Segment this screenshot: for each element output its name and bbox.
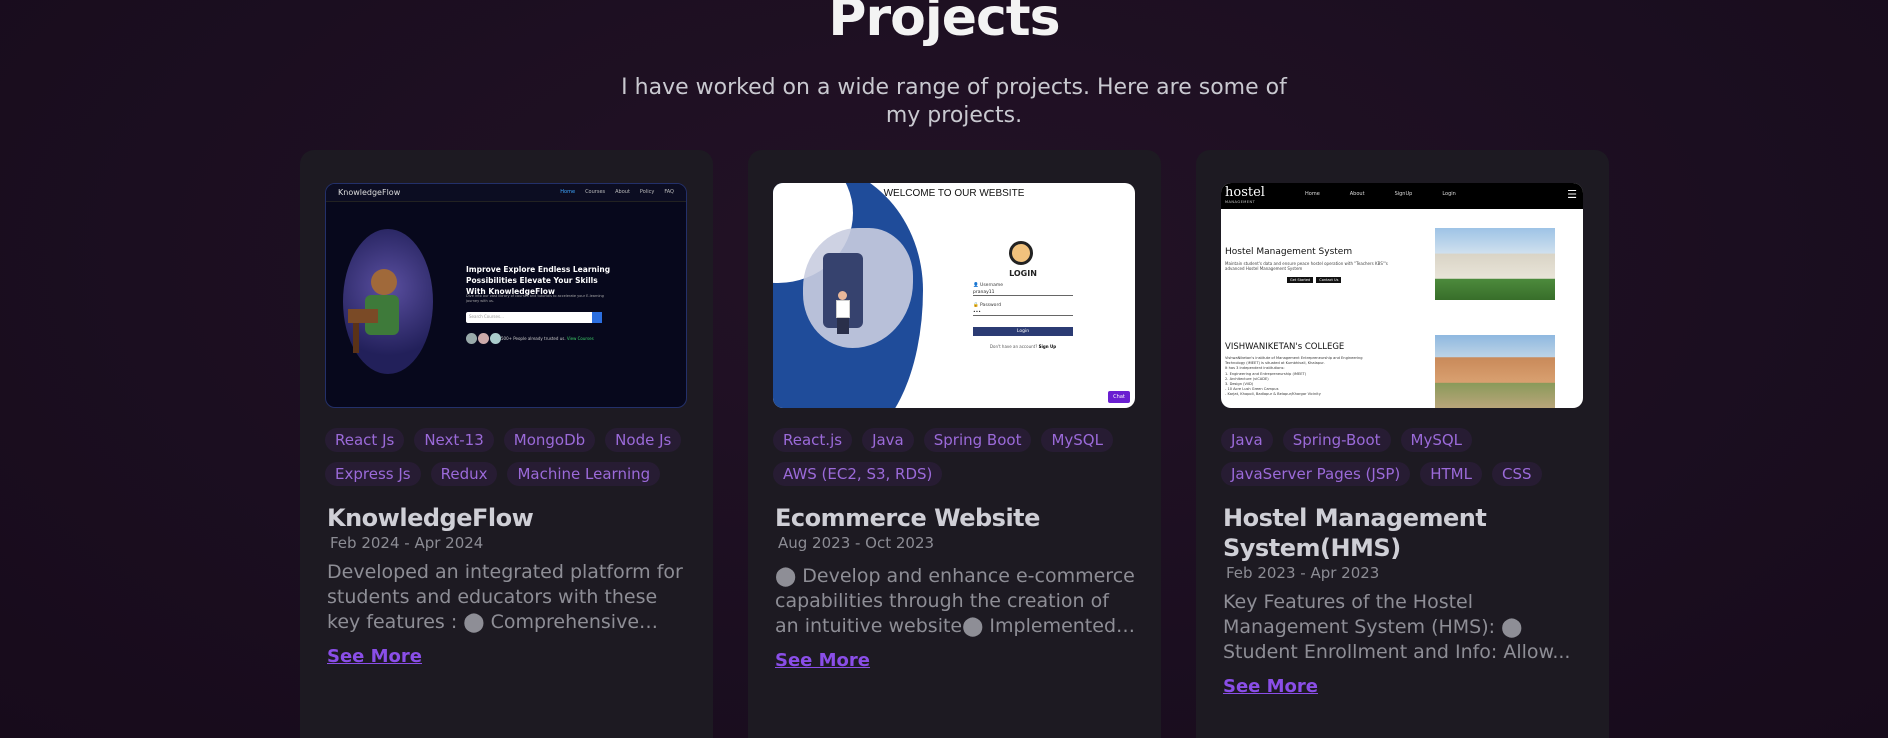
tech-tag: Java: [862, 428, 914, 452]
kf-nav-item: Courses: [585, 189, 606, 195]
hms-college-info: VishwaNiketan's institute of Management …: [1225, 356, 1415, 398]
tech-tag: MongoDb: [503, 428, 596, 452]
ec-username-field: pranay11: [973, 290, 1073, 296]
project-card-ecommerce: WELCOME TO OUR WEBSITE LOGIN 👤 Username …: [748, 150, 1161, 738]
tech-tag: Spring Boot: [923, 428, 1032, 452]
hms-college-line: - Karjat, Khopoli, Badlapur & Belapur/Kh…: [1225, 392, 1321, 397]
tech-tag: HTML: [1420, 462, 1482, 486]
project-dates: Feb 2024 - Apr 2024: [330, 534, 484, 552]
kf-nav-item: Home: [560, 189, 576, 195]
project-description: Key Features of the Hostel Management Sy…: [1223, 590, 1585, 665]
hms-nav-item: About: [1349, 191, 1365, 197]
tech-tag: AWS (EC2, S3, RDS): [773, 462, 943, 486]
hms-college-image: [1435, 335, 1555, 408]
hms-building-image: [1435, 228, 1555, 300]
see-more-link[interactable]: See More: [327, 646, 422, 667]
kf-trust: 500+ People already trusted us. View Cou…: [501, 336, 594, 341]
ec-password-label: 🔒 Password: [973, 303, 1002, 308]
tech-tag: React.js: [773, 428, 853, 452]
hms-college-title: VISHWANIKETAN's COLLEGE: [1225, 342, 1345, 352]
kf-trust-link: View Courses: [566, 336, 594, 341]
ec-login-panel: LOGIN 👤 Username pranay11 🔒 Password •••…: [963, 223, 1083, 368]
hms-hero-title: Hostel Management System: [1225, 247, 1353, 257]
project-title: Ecommerce Website: [775, 504, 1040, 532]
tech-tag: React Js: [325, 428, 405, 452]
hms-hero-text: Maintain student's data and ensure peace…: [1225, 261, 1388, 271]
hms-nav-item: Login: [1442, 191, 1456, 197]
project-dates: Aug 2023 - Oct 2023: [778, 534, 935, 552]
tech-tag: JavaServer Pages (JSP): [1221, 462, 1411, 486]
project-screenshot[interactable]: hostel MANAGEMENT Home About SignUp Logi…: [1221, 183, 1583, 408]
hms-logo: hostel: [1225, 185, 1265, 200]
hamburger-menu-icon: ☰: [1567, 188, 1577, 201]
project-screenshot[interactable]: KnowledgeFlow Home Courses About Policy …: [325, 183, 687, 408]
kf-nav-item: FAQ: [664, 189, 674, 195]
kf-hero-illustration: [343, 229, 433, 374]
kf-nav: Home Courses About Policy FAQ: [560, 189, 674, 195]
tech-tag: MySQL: [1041, 428, 1113, 452]
ec-signup-text: Don't have an account?: [989, 344, 1038, 349]
ec-signup-link: Sign Up: [1038, 344, 1057, 349]
project-description: Developed an integrated platform for stu…: [327, 560, 689, 635]
ec-person-illustration: [836, 291, 850, 336]
hms-hero-buttons: Get Started Contact Us: [1287, 277, 1342, 283]
kf-brand: KnowledgeFlow: [338, 188, 401, 197]
tag-list: React Js Next-13 MongoDb Node Js Express…: [325, 428, 700, 486]
hms-nav-item: Home: [1305, 191, 1320, 197]
ec-login-title: LOGIN: [1009, 269, 1037, 278]
project-screenshot[interactable]: WELCOME TO OUR WEBSITE LOGIN 👤 Username …: [773, 183, 1135, 408]
kf-search-input: Search Courses...: [466, 312, 602, 323]
kf-nav-item: About: [615, 189, 630, 195]
kf-subtext: Dive into our vast library of courses an…: [466, 294, 604, 303]
project-dates: Feb 2023 - Apr 2023: [1226, 564, 1380, 582]
ec-password-label-text: Password: [980, 303, 1002, 308]
ec-chat-button: Chat: [1108, 391, 1130, 403]
kf-avatars: [466, 333, 501, 344]
kf-trust-text: 500+ People already trusted us.: [501, 336, 566, 341]
project-card-hostel: hostel MANAGEMENT Home About SignUp Logi…: [1196, 150, 1609, 738]
project-description-text: Key Features of the Hostel Management Sy…: [1223, 591, 1571, 663]
project-title: KnowledgeFlow: [327, 504, 534, 532]
kf-headline: Improve Explore Endless Learning Possibi…: [466, 265, 611, 296]
tech-tag: Spring-Boot: [1282, 428, 1391, 452]
project-card-knowledgeflow: KnowledgeFlow Home Courses About Policy …: [300, 150, 713, 738]
ec-username-label-text: Username: [980, 283, 1003, 288]
project-description: ⬤ Develop and enhance e-commerce capabil…: [775, 564, 1137, 639]
user-avatar-icon: [1009, 241, 1033, 265]
tech-tag: Express Js: [325, 462, 421, 486]
kf-nav-item: Policy: [639, 189, 655, 195]
see-more-link[interactable]: See More: [1223, 676, 1318, 697]
ec-username-label: 👤 Username: [973, 283, 1003, 288]
ec-login-button: Login: [973, 327, 1073, 336]
tech-tag: Java: [1221, 428, 1273, 452]
tech-tag: Machine Learning: [507, 462, 661, 486]
kf-search-placeholder: Search Courses...: [469, 314, 504, 319]
hms-nav-item: SignUp: [1394, 191, 1413, 197]
tech-tag: Redux: [430, 462, 498, 486]
ec-password-field: •••: [973, 310, 1073, 316]
project-title: Hostel Management System(HMS): [1223, 504, 1487, 562]
hms-nav: Home About SignUp Login: [1305, 191, 1456, 197]
tag-list: React.js Java Spring Boot MySQL AWS (EC2…: [773, 428, 1148, 486]
tech-tag: CSS: [1491, 462, 1542, 486]
hms-get-started-button: Get Started: [1287, 277, 1314, 283]
tag-list: Java Spring-Boot MySQL JavaServer Pages …: [1221, 428, 1596, 486]
see-more-link[interactable]: See More: [775, 650, 870, 671]
hms-logo-sub: MANAGEMENT: [1225, 200, 1256, 204]
project-description-text: Developed an integrated platform for stu…: [327, 561, 683, 633]
ec-heading: WELCOME TO OUR WEBSITE: [883, 188, 1025, 199]
page-title: Projects: [828, 0, 1060, 48]
project-description-text: ⬤ Develop and enhance e-commerce capabil…: [775, 565, 1135, 637]
page-subtitle: I have worked on a wide range of project…: [621, 75, 1287, 128]
tech-tag: Node Js: [605, 428, 682, 452]
kf-search-icon: [592, 312, 602, 323]
hms-contact-button: Contact Us: [1316, 277, 1342, 283]
tech-tag: MySQL: [1400, 428, 1473, 452]
ec-signup-row: Don't have an account? Sign Up: [963, 344, 1083, 349]
tech-tag: Next-13: [414, 428, 494, 452]
